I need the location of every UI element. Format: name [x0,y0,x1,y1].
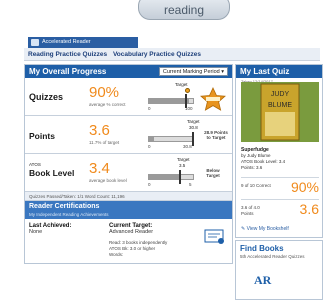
quizzes-metric: Quizzes 90% average % correct Target 0 1… [25,78,232,116]
book-points: Points: 3.6 [241,164,263,170]
book-level-metric: ATOS Book Level 3.4 average book level T… [25,154,232,192]
book-level-target-value: 3.5 [179,163,186,168]
marking-period-select[interactable]: Current Marking Period ▾ [158,67,228,76]
find-books-panel[interactable]: Find Books 5th Accelerated Reader Quizze… [235,240,323,300]
quiz-points-value: 3.6 [299,201,319,217]
points-axis-min: 0 [148,144,151,149]
quizzes-bar-fill [149,99,189,103]
overall-progress-title: My Overall Progress [29,67,107,76]
book-level-sub: average book level [89,178,127,183]
quizzes-axis-min: 0 [148,106,151,111]
book-level-bar-fill [149,175,179,179]
app-tab-icon [31,39,39,46]
top-banner: reading [0,0,325,34]
last-achieved-value: None [29,229,43,235]
points-value: 3.6 [89,122,110,139]
current-target-col: Current Target: Advanced Reader Read: 3 … [109,223,167,258]
quizzes-sub: average % correct [89,102,126,107]
current-target-value: Advanced Reader [109,229,154,235]
book-cover-image[interactable]: JUDY BLUME [241,82,319,142]
last-quiz-book-info: Superfudge by Judy Blume ATOS Book Level… [241,147,285,170]
points-axis-max: 30.8 [183,144,192,149]
view-bookshelf-link[interactable]: ✎ View My Bookshelf [241,226,289,232]
below-target-note: Below Target [206,168,220,179]
quizzes-bar [148,94,194,108]
book-level-target-marker [178,170,181,184]
book-level-value: 3.4 [89,160,110,177]
quizzes-target-pin [185,88,190,93]
certificate-icon [204,229,224,244]
certifications-header: Reader Certifications [25,201,232,212]
app-tab[interactable]: Accelerated Reader [28,37,138,48]
points-label: Points [29,131,55,141]
overall-progress-header: My Overall Progress Current Marking Peri… [25,65,232,78]
book-level-label: Book Level [29,168,75,178]
quiz-points-label-2: Points [241,210,254,216]
quiz-points-row: 3.6 of 4.0 Points 3.6 [241,199,319,223]
last-achieved-col: Last Achieved: None [29,223,71,235]
progress-footer: Quizzes Passed/Taken: 1/1 Word Count: 11… [25,192,232,201]
points-bar [148,132,194,146]
quizzes-target-label: Target [175,82,188,87]
quizzes-value: 90% [89,84,120,101]
book-level-bar [148,170,194,184]
ar-logo: AR [254,273,272,287]
svg-text:BLUME: BLUME [268,102,292,109]
star-badge-icon [200,87,226,111]
book-level: ATOS Book Level: 3.4 [241,158,286,164]
certifications-body: Last Achieved: None Current Target: Adva… [25,219,232,263]
quiz-navbar: Reading Practice Quizzes Vocabulary Prac… [24,48,320,61]
bookshelf-link-label: View My Bookshelf [246,226,289,232]
reading-button[interactable]: reading [138,0,230,20]
detail-words: Words: [109,252,124,258]
find-books-subtitle: 5th Accelerated Reader Quizzes [240,254,305,259]
points-target-label: Target [187,119,200,124]
points-metric: Points 3.6 11.7% of target Target 30.8 0… [25,116,232,154]
quiz-correct-value: 90% [290,179,319,195]
book-level-axis-min: 0 [148,182,151,187]
quiz-correct-row: 9 of 10 Correct 90% [241,177,319,199]
quiz-correct-label: 9 of 10 Correct [241,183,271,188]
quizzes-label: Quizzes [29,92,64,102]
last-quiz-header: My Last Quiz [236,65,322,78]
book-level-prefix: ATOS [29,162,41,167]
points-sub: 11.7% of target [89,140,120,145]
last-quiz-panel: My Last Quiz Taken 12/14/2017 JUDY BLUME… [235,64,323,238]
quizzes-axis-max: 100 [185,106,193,111]
target-details: Read: 3 books independently ATOS Bk: 3.0… [109,240,167,258]
points-bar-fill [149,137,155,141]
certifications-subtitle: My Independent Reading Achievements [25,212,232,219]
nav-vocabulary-quizzes[interactable]: Vocabulary Practice Quizzes [113,51,201,58]
app-tab-label: Accelerated Reader [42,39,91,45]
quiz-points-label: 3.6 of 4.0 Points [241,205,260,217]
nav-reading-quizzes[interactable]: Reading Practice Quizzes [28,51,107,58]
book-level-target-label: Target [177,157,190,162]
overall-progress-panel: My Overall Progress Current Marking Peri… [24,64,233,264]
find-books-title: Find Books [240,244,284,253]
quiz-points-label-1: 3.6 of 4.0 [241,205,260,210]
points-target-marker [192,132,194,146]
points-to-target-note: 28.9 Points to Target [204,130,228,141]
points-target-value: 30.8 [189,125,198,130]
svg-text:JUDY: JUDY [271,91,290,98]
book-level-axis-max: 5 [189,182,192,187]
